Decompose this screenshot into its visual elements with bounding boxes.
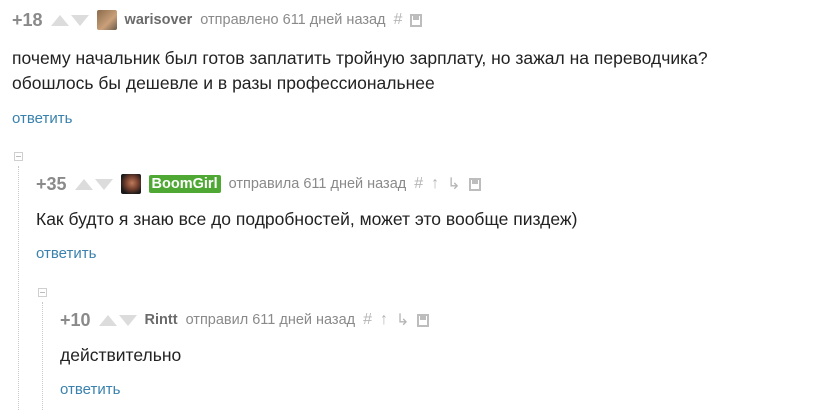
comment-header: +18 warisover отправлено 611 дней назад … <box>12 6 423 34</box>
parent-comment-icon[interactable]: ↑ <box>380 311 388 329</box>
vote-controls <box>74 178 113 190</box>
collapse-thread-icon[interactable] <box>14 152 23 161</box>
reply-link[interactable]: ответить <box>12 110 72 127</box>
comment-rating: +10 <box>60 309 91 330</box>
avatar[interactable] <box>120 174 141 194</box>
upvote-arrow-icon[interactable] <box>98 314 117 326</box>
comment-text-line: обошлось бы дешевле и в разы профессиона… <box>12 73 435 93</box>
save-icon[interactable] <box>468 177 481 191</box>
upvote-arrow-icon[interactable] <box>74 178 93 190</box>
comment-header: +10 Rintt отправил 611 дней назад # ↑ ↳ <box>60 306 430 334</box>
downvote-arrow-icon[interactable] <box>70 14 89 26</box>
save-icon[interactable] <box>410 13 423 27</box>
downvote-arrow-icon[interactable] <box>94 178 113 190</box>
comment-text: Как будто я знаю все до подробностей, мо… <box>36 207 577 232</box>
downvote-arrow-icon[interactable] <box>118 314 137 326</box>
comment-text: почему начальник был готов заплатить тро… <box>12 46 807 96</box>
comment-text-line: действительно <box>60 345 182 365</box>
comment-rating: +35 <box>36 173 67 194</box>
avatar[interactable] <box>96 10 117 30</box>
branch-icon[interactable]: ↳ <box>447 174 460 194</box>
vote-controls <box>98 314 137 326</box>
username-link[interactable]: BoomGirl <box>148 175 221 193</box>
reply-link[interactable]: ответить <box>36 245 96 262</box>
save-icon[interactable] <box>417 313 430 327</box>
reply-link[interactable]: ответить <box>60 381 120 398</box>
comment-rating: +18 <box>12 9 43 30</box>
collapse-thread-icon[interactable] <box>38 288 47 297</box>
hash-link-icon[interactable]: # <box>394 11 403 29</box>
vote-controls <box>50 14 89 26</box>
hash-link-icon[interactable]: # <box>414 175 423 193</box>
comment-header: +35 BoomGirl отправила 611 дней назад # … <box>36 170 481 198</box>
username-link[interactable]: Rintt <box>145 312 178 328</box>
comment-timestamp[interactable]: отправил 611 дней назад <box>186 312 356 328</box>
comment-text-line: Как будто я знаю все до подробностей, мо… <box>36 209 578 229</box>
upvote-arrow-icon[interactable] <box>50 14 69 26</box>
parent-comment-icon[interactable]: ↑ <box>431 175 439 193</box>
comment-timestamp[interactable]: отправила 611 дней назад <box>229 176 407 192</box>
username-link[interactable]: warisover <box>125 12 193 28</box>
thread-line <box>42 302 43 410</box>
hash-link-icon[interactable]: # <box>363 311 372 329</box>
comment-text-line: почему начальник был готов заплатить тро… <box>12 48 708 68</box>
comment-text: действительно <box>60 343 181 368</box>
branch-icon[interactable]: ↳ <box>396 310 409 330</box>
comment-timestamp[interactable]: отправлено 611 дней назад <box>200 12 385 28</box>
thread-line <box>18 166 19 410</box>
